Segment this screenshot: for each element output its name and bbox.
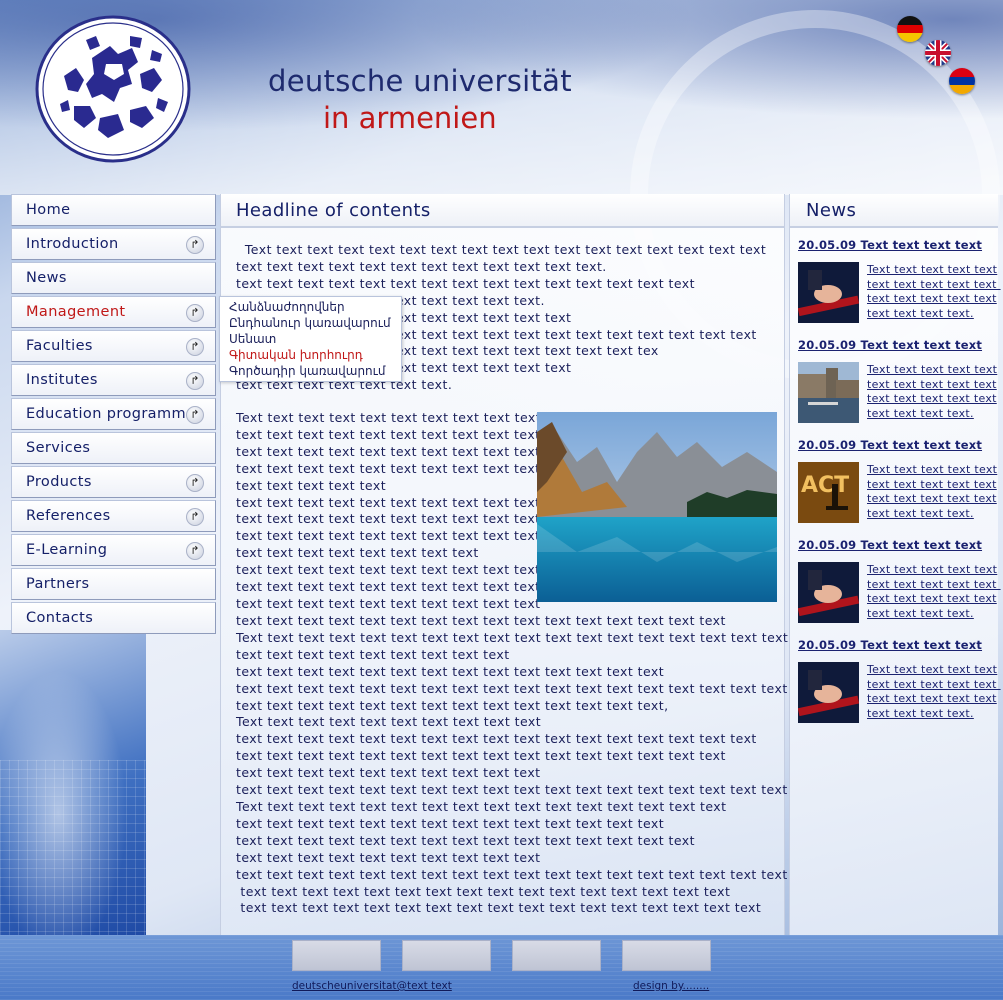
nav-item-label: E-Learning (26, 542, 108, 558)
footer-button[interactable] (292, 940, 381, 971)
submenu-arrow-icon[interactable]: ↱ (186, 236, 204, 254)
footer-button[interactable] (622, 940, 711, 971)
news-thumbnail[interactable]: ACT (798, 462, 859, 523)
news-text-link[interactable]: Text text text text text text text text … (867, 563, 997, 621)
nav-item-references[interactable]: References ↱ (11, 500, 216, 532)
news-text-link[interactable]: Text text text text text text text text … (867, 263, 997, 321)
content-paragraph-wrapped: Text text text text text text text text … (236, 410, 542, 611)
brand-title: deutsche universität (268, 64, 572, 98)
submenu-item-general-management[interactable]: Ընդհանուր կառավարում (229, 315, 401, 331)
submenu-arrow-icon[interactable]: ↱ (186, 304, 204, 322)
page-footer: deutscheuniversitat@text text design by.… (0, 935, 1003, 1000)
news-item: 20.05.09 Text text text text ACT Text te… (798, 438, 998, 530)
nav-item-contacts[interactable]: Contacts (11, 602, 216, 634)
submenu-arrow-icon[interactable]: ↱ (186, 406, 204, 424)
nav-item-label: Products (26, 474, 92, 490)
news-thumbnail[interactable] (798, 262, 859, 323)
submenu-item-committees[interactable]: Հանձնաժողովներ (229, 299, 401, 315)
left-grid-decor (0, 760, 146, 935)
news-text-link[interactable]: Text text text text text text text text … (867, 663, 997, 721)
submenu-item-scientific-council[interactable]: Գիտական խորհուրդ (229, 347, 401, 363)
news-item: 20.05.09 Text text text text Text text t… (798, 238, 998, 330)
english-flag-icon[interactable] (925, 40, 951, 66)
nav-item-label: Education programm (26, 406, 187, 422)
nav-item-label: References (26, 508, 111, 524)
nav-item-label: News (26, 270, 67, 286)
news-item: 20.05.09 Text text text text Text text t… (798, 638, 998, 730)
nav-item-label: Introduction (26, 236, 119, 252)
university-logo[interactable] (34, 14, 192, 164)
news-thumbnail[interactable] (798, 362, 859, 423)
brand-subtitle: in armenien (323, 101, 497, 135)
nav-item-home[interactable]: Home (11, 194, 216, 226)
news-date-link[interactable]: 20.05.09 Text text text text (798, 438, 998, 452)
nav-item-label: Partners (26, 576, 90, 592)
submenu-arrow-icon[interactable]: ↱ (186, 338, 204, 356)
content-paragraph-body: text text text text text text text text … (236, 613, 789, 916)
german-flag-icon[interactable] (897, 16, 923, 42)
submenu-item-executive-management[interactable]: Գործադիր կառավարում (229, 363, 401, 379)
news-text-link[interactable]: Text text text text text text text text … (867, 363, 997, 421)
news-date-link[interactable]: 20.05.09 Text text text text (798, 538, 998, 552)
nav-item-management[interactable]: Management ↱ (11, 296, 216, 328)
nav-item-partners[interactable]: Partners (11, 568, 216, 600)
nav-item-label: Management (26, 304, 126, 320)
main-navigation: Home Introduction ↱ News Management ↱ Facu… (11, 194, 216, 636)
mountain-lake-photo (537, 412, 777, 602)
nav-item-label: Services (26, 440, 91, 456)
footer-button[interactable] (402, 940, 491, 971)
nav-item-e-learning[interactable]: E-Learning ↱ (11, 534, 216, 566)
news-heading: News (790, 194, 998, 228)
footer-design-link[interactable]: design by........ (633, 980, 709, 992)
submenu-arrow-icon[interactable]: ↱ (186, 474, 204, 492)
submenu-arrow-icon[interactable]: ↱ (186, 542, 204, 560)
submenu-arrow-icon[interactable]: ↱ (186, 372, 204, 390)
nav-item-institutes[interactable]: Institutes ↱ (11, 364, 216, 396)
svg-text:ACT: ACT (801, 473, 849, 498)
news-sidebar: News 20.05.09 Text text text text Text t… (789, 194, 998, 935)
nav-item-label: Faculties (26, 338, 93, 354)
nav-item-label: Institutes (26, 372, 98, 388)
submenu-arrow-icon[interactable]: ↱ (186, 508, 204, 526)
footer-email-link[interactable]: deutscheuniversitat@text text (292, 980, 632, 992)
news-thumbnail[interactable] (798, 662, 859, 723)
armenian-flag-icon[interactable] (949, 68, 975, 94)
nav-item-label: Contacts (26, 610, 94, 626)
nav-item-label: Home (26, 202, 71, 218)
content-headline: Headline of contents (221, 194, 784, 228)
nav-item-news[interactable]: News (11, 262, 216, 294)
news-item: 20.05.09 Text text text text Text text t… (798, 538, 998, 630)
footer-button[interactable] (512, 940, 601, 971)
management-submenu: Հանձնաժողովներ Ընդհանուր կառավարում Սենա… (219, 296, 402, 382)
news-thumbnail[interactable] (798, 562, 859, 623)
nav-item-introduction[interactable]: Introduction ↱ (11, 228, 216, 260)
nav-item-products[interactable]: Products ↱ (11, 466, 216, 498)
submenu-item-senate[interactable]: Սենատ (229, 331, 401, 347)
nav-item-education-programm[interactable]: Education programm ↱ (11, 398, 216, 430)
news-text-link[interactable]: Text text text text text text text text … (867, 463, 997, 521)
news-date-link[interactable]: 20.05.09 Text text text text (798, 338, 998, 352)
left-decor (0, 630, 146, 935)
news-date-link[interactable]: 20.05.09 Text text text text (798, 638, 998, 652)
news-item: 20.05.09 Text text text text Text text t… (798, 338, 998, 430)
news-date-link[interactable]: 20.05.09 Text text text text (798, 238, 998, 252)
nav-item-faculties[interactable]: Faculties ↱ (11, 330, 216, 362)
nav-item-services[interactable]: Services (11, 432, 216, 464)
